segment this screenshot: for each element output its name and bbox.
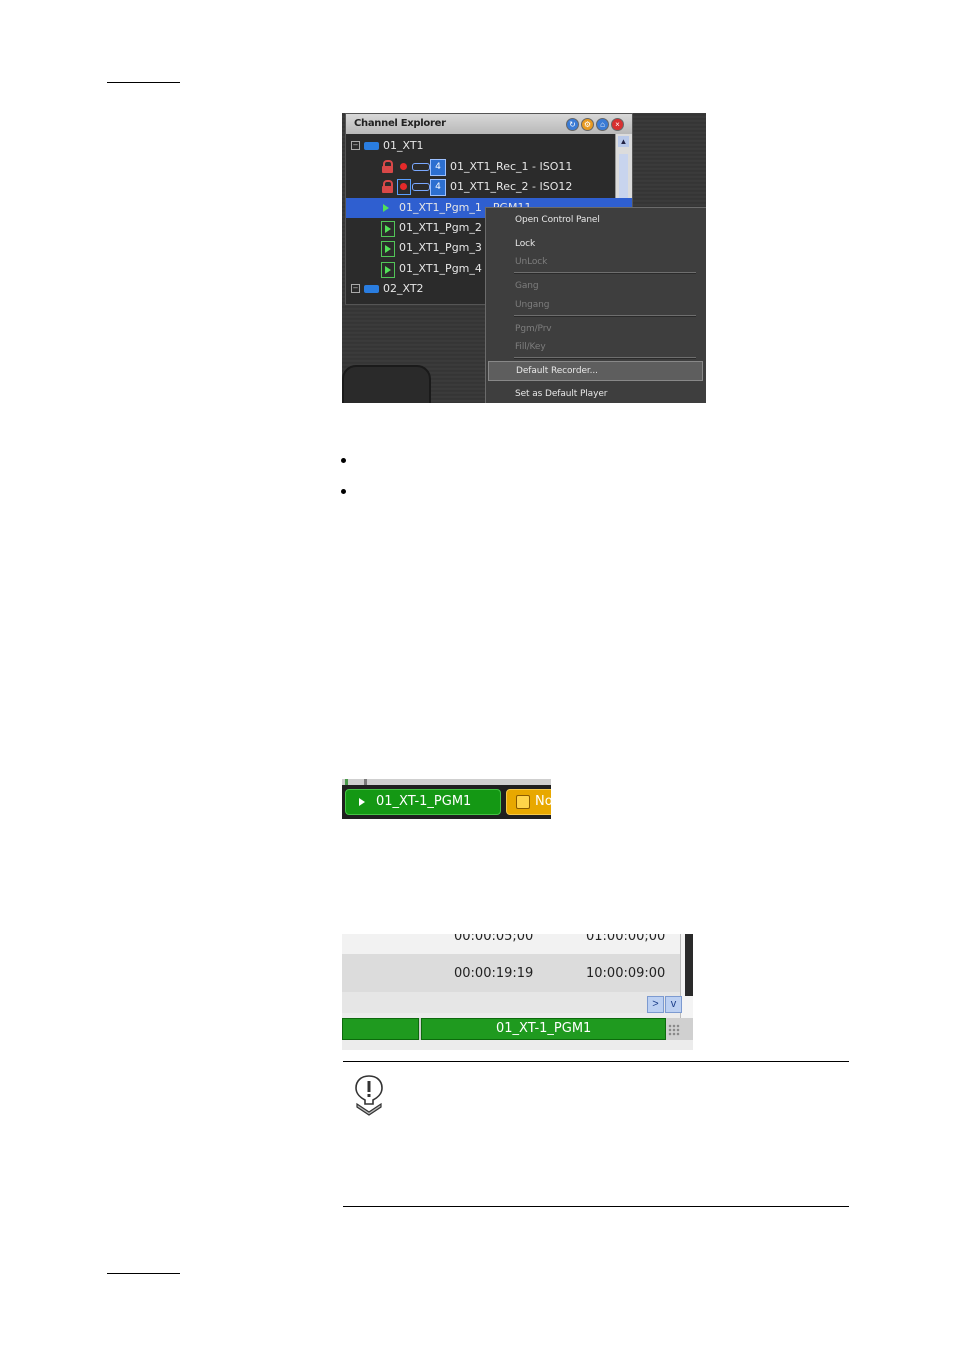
menu-item-label: Fill/Key (515, 342, 546, 352)
player-channel-button[interactable]: 01_XT-1_PGM1 (345, 789, 501, 815)
menu-item-label: Set as Default Player (515, 389, 608, 399)
status-segment-player: 01_XT-1_PGM1 (421, 1018, 666, 1040)
menu-separator (514, 357, 696, 359)
tree-item-label: 01_XT1 (383, 139, 424, 152)
lock-icon (382, 160, 393, 173)
footer-rule (107, 1273, 180, 1274)
scroll-down-button[interactable]: v (665, 996, 682, 1013)
play-icon (381, 221, 395, 237)
record-icon (400, 163, 407, 170)
menu-item-label: Pgm/Prv (515, 324, 552, 334)
timecode-cell: 01:00:00;00 (586, 934, 666, 944)
horizontal-scrollbar[interactable] (342, 992, 680, 1013)
home-icon[interactable]: ⌂ (596, 118, 609, 131)
play-icon (383, 204, 389, 212)
timecode-cell: 10:00:09:00 (586, 966, 666, 981)
tree-item-server[interactable]: − 01_XT1 (346, 136, 614, 156)
timecode-cell: 00:00:19:19 (454, 966, 534, 981)
window-titlebar: Channel Explorer ↻ ⚙ ⌂ × (346, 114, 632, 134)
tree-item-label: 01_XT1_Pgm_3 - (399, 241, 490, 254)
scroll-right-button[interactable]: > (647, 996, 664, 1013)
toolbar-strip (342, 779, 551, 785)
tree-item-label: 01_XT1_Rec_2 - ISO12 (450, 180, 573, 193)
play-icon (381, 262, 395, 278)
play-icon (381, 241, 395, 257)
menu-item-set-default-player[interactable]: Set as Default Player (486, 385, 705, 403)
note-icon (355, 1075, 383, 1116)
tree-item-label: 01_XT1_Rec_1 - ISO11 (450, 160, 573, 173)
server-icon (364, 285, 379, 293)
tree-item-label: 01_XT1_Pgm_2 - (399, 221, 490, 234)
resize-grip-icon[interactable] (668, 1024, 680, 1036)
orange-button-label: No (535, 794, 551, 809)
settings-icon[interactable]: ⚙ (581, 118, 594, 131)
menu-item-unlock: UnLock (486, 253, 705, 271)
menu-item-ungang: Ungang (486, 296, 705, 314)
status-segment (342, 1018, 419, 1040)
menu-item-label: Default Recorder... (516, 366, 598, 376)
menu-item-open-control-panel[interactable]: Open Control Panel (486, 211, 705, 229)
menu-item-pgm-prv: Pgm/Prv (486, 320, 705, 338)
channel-icon: 4 (430, 159, 446, 176)
bullet-marker (341, 458, 346, 463)
play-icon (359, 798, 365, 806)
tree-item-recorder[interactable]: 4 01_XT1_Rec_1 - ISO11 (346, 157, 614, 177)
menu-item-fill-key: Fill/Key (486, 338, 705, 356)
menu-item-lock[interactable]: Lock (486, 235, 705, 253)
close-icon[interactable]: × (611, 118, 624, 131)
channel-icon: 4 (430, 179, 446, 196)
menu-item-default-recorder[interactable]: Default Recorder... (488, 361, 703, 381)
tree-item-label: 02_XT2 (383, 282, 424, 295)
background-shape (342, 365, 431, 403)
orange-button[interactable]: No (506, 789, 551, 815)
menu-item-label: Lock (515, 239, 536, 249)
menu-item-label: Gang (515, 281, 539, 291)
menu-item-gang: Gang (486, 277, 705, 295)
server-icon (364, 142, 379, 150)
panel-edge (685, 934, 693, 996)
bullet-marker (341, 489, 346, 494)
timecode-cell: 00:00:05;00 (454, 934, 534, 944)
record-icon (397, 179, 411, 195)
collapse-icon[interactable]: − (351, 284, 360, 293)
lock-icon (382, 180, 393, 193)
status-player-label: 01_XT-1_PGM1 (496, 1021, 592, 1036)
note-top-rule (343, 1061, 849, 1062)
note-bottom-rule (343, 1206, 849, 1207)
menu-item-label: Open Control Panel (515, 215, 600, 225)
timecode-panel-screenshot: 00:00:05;00 01:00:00;00 00:00:19:19 10:0… (342, 934, 693, 1050)
collapse-icon[interactable]: − (351, 141, 360, 150)
table-row: 00:00:05;00 01:00:00;00 (342, 934, 680, 954)
window-title: Channel Explorer (354, 118, 446, 129)
link-icon (412, 163, 430, 171)
menu-separator (514, 315, 696, 317)
channel-explorer-screenshot: Channel Explorer ↻ ⚙ ⌂ × ▲ − 01_XT1 4 01… (342, 113, 706, 403)
refresh-icon[interactable]: ↻ (566, 118, 579, 131)
tree-item-label: 01_XT1_Pgm_4 - (399, 262, 490, 275)
tree-item-recorder[interactable]: 4 01_XT1_Rec_2 - ISO12 (346, 177, 614, 197)
table-row: 00:00:19:19 10:00:09:00 (342, 954, 680, 992)
menu-separator (514, 272, 696, 274)
player-button-screenshot: 01_XT-1_PGM1 No (342, 779, 551, 819)
menu-item-label: UnLock (515, 257, 548, 267)
scroll-thumb[interactable] (619, 154, 628, 204)
player-channel-label: 01_XT-1_PGM1 (376, 794, 472, 809)
menu-item-label: Ungang (515, 300, 550, 310)
folder-icon (516, 795, 530, 809)
link-icon (412, 183, 430, 191)
header-rule (107, 82, 180, 83)
scroll-up-icon[interactable]: ▲ (618, 136, 629, 147)
context-menu: Open Control Panel Lock UnLock Gang Unga… (485, 207, 706, 403)
